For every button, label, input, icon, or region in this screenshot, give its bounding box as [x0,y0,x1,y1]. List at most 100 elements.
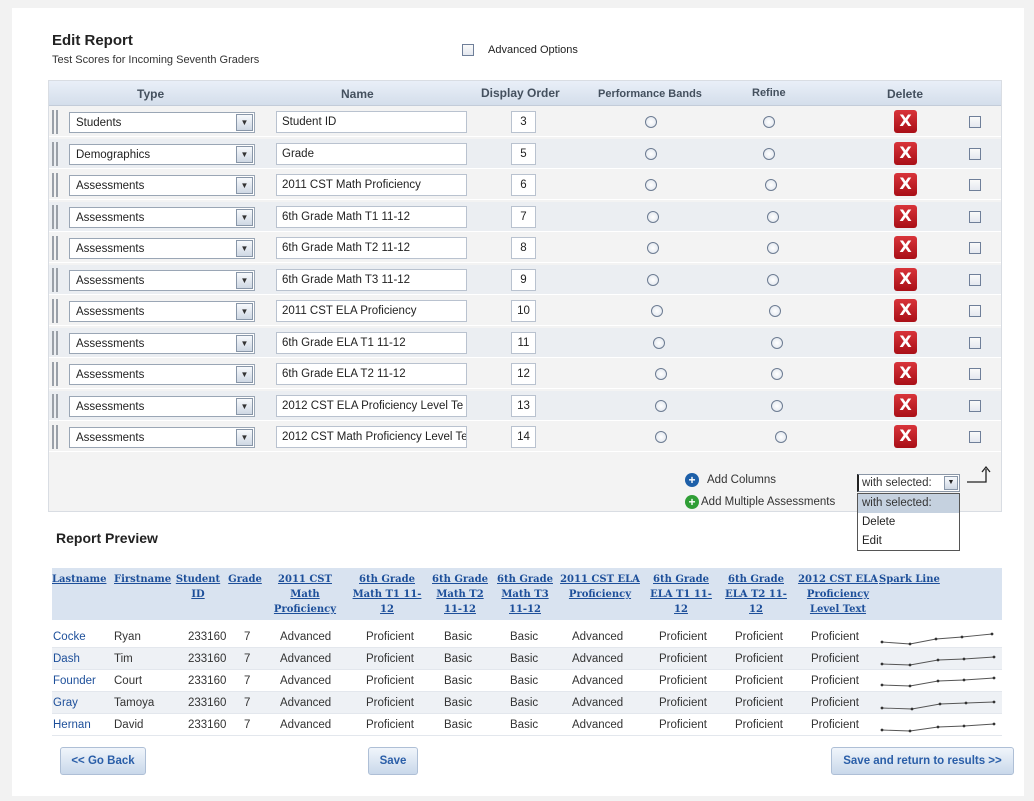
dropdown-option[interactable]: Delete [858,513,959,532]
refine-radio[interactable] [775,431,787,443]
column-name-input[interactable]: 6th Grade ELA T1 11-12 [276,331,467,354]
drag-handle-icon[interactable] [52,362,58,386]
preview-column-header[interactable]: Lastname [52,572,110,587]
delete-row-button[interactable]: X [894,299,917,322]
display-order-input[interactable]: 9 [511,268,536,291]
refine-radio[interactable] [771,368,783,380]
display-order-input[interactable]: 7 [511,205,536,228]
preview-column-header[interactable]: 2011 CST Math Proficiency [264,572,346,617]
type-select[interactable]: Assessments ▼ [69,332,255,354]
row-select-checkbox[interactable] [969,242,981,254]
drag-handle-icon[interactable] [52,330,58,355]
dropdown-option[interactable]: with selected: [858,494,959,513]
chevron-down-icon[interactable]: ▼ [236,208,253,226]
performance-bands-radio[interactable] [651,305,663,317]
row-select-checkbox[interactable] [969,305,981,317]
delete-row-button[interactable]: X [894,141,917,165]
column-name-input[interactable]: 6th Grade Math T2 11-12 [276,237,467,259]
drag-handle-icon[interactable] [52,425,58,449]
performance-bands-radio[interactable] [655,368,667,380]
refine-radio[interactable] [771,336,783,349]
display-order-input[interactable]: 8 [511,237,536,259]
add-multiple-assessments-link[interactable]: + Add Multiple Assessments [685,495,835,509]
chevron-down-icon[interactable]: ▼ [236,145,253,163]
advanced-options-checkbox[interactable] [462,44,474,56]
type-select[interactable]: Assessments ▼ [69,427,255,448]
type-select[interactable]: Assessments ▼ [69,238,255,259]
delete-row-button[interactable]: X [894,425,917,448]
chevron-down-icon[interactable]: ▼ [236,366,253,383]
chevron-down-icon[interactable]: ▼ [944,476,958,490]
drag-handle-icon[interactable] [52,141,58,166]
delete-row-button[interactable]: X [894,393,917,417]
preview-column-header[interactable]: 6th Grade ELA T2 11-12 [720,572,792,617]
delete-row-button[interactable]: X [894,267,917,291]
delete-row-button[interactable]: X [894,330,917,354]
delete-row-button[interactable]: X [894,362,917,385]
refine-radio[interactable] [771,399,783,412]
column-name-input[interactable]: Grade [276,142,467,165]
table-cell[interactable]: Hernan [53,719,91,731]
preview-column-header[interactable]: 6th Grade Math T1 11-12 [350,572,424,617]
performance-bands-radio[interactable] [655,431,667,443]
with-selected-select[interactable]: with selected: ▼ [857,474,960,492]
delete-row-button[interactable]: X [894,173,917,196]
drag-handle-icon[interactable] [52,267,58,292]
row-select-checkbox[interactable] [969,116,981,128]
row-select-checkbox[interactable] [969,210,981,223]
row-select-checkbox[interactable] [969,431,981,443]
delete-row-button[interactable]: X [894,204,917,228]
chevron-down-icon[interactable]: ▼ [236,271,253,289]
preview-column-header[interactable]: 6th Grade Math T3 11-12 [496,572,554,617]
drag-handle-icon[interactable] [52,204,58,229]
drag-handle-icon[interactable] [52,236,58,260]
drag-handle-icon[interactable] [52,173,58,197]
type-select[interactable]: Assessments ▼ [69,269,255,291]
advanced-options[interactable]: Advanced Options [462,44,578,56]
column-name-input[interactable]: 6th Grade Math T3 11-12 [276,268,467,291]
preview-column-header[interactable]: 6th Grade Math T2 11-12 [428,572,492,617]
refine-radio[interactable] [767,210,779,223]
performance-bands-radio[interactable] [655,399,667,412]
display-order-input[interactable]: 14 [511,426,536,448]
type-select[interactable]: Students ▼ [69,112,255,133]
display-order-input[interactable]: 3 [511,111,536,133]
dropdown-option[interactable]: Edit [858,532,959,551]
performance-bands-radio[interactable] [647,210,659,223]
preview-column-header[interactable]: 6th Grade ELA T1 11-12 [646,572,716,617]
drag-handle-icon[interactable] [52,110,58,134]
display-order-input[interactable]: 11 [511,331,536,354]
row-select-checkbox[interactable] [969,273,981,286]
row-select-checkbox[interactable] [969,399,981,412]
column-name-input[interactable]: 6th Grade Math T1 11-12 [276,205,467,228]
table-cell[interactable]: Gray [53,697,78,709]
preview-column-header[interactable]: Grade [228,572,262,587]
chevron-down-icon[interactable]: ▼ [236,303,253,320]
drag-handle-icon[interactable] [52,299,58,323]
column-name-input[interactable]: 2012 CST ELA Proficiency Level Te [276,394,467,417]
add-columns-link[interactable]: + Add Columns [685,473,776,487]
preview-column-header[interactable]: 2011 CST ELA Proficiency [558,572,642,602]
chevron-down-icon[interactable]: ▼ [236,397,253,415]
table-cell[interactable]: Cocke [53,631,86,643]
preview-column-header[interactable]: 2012 CST ELA Proficiency Level Text [796,572,880,617]
type-select[interactable]: Assessments ▼ [69,364,255,385]
type-select[interactable]: Assessments ▼ [69,395,255,417]
performance-bands-radio[interactable] [645,116,657,128]
performance-bands-radio[interactable] [647,242,659,254]
column-name-input[interactable]: 2011 CST ELA Proficiency [276,300,467,322]
preview-column-header[interactable]: Spark Line [879,572,949,587]
chevron-down-icon[interactable]: ▼ [236,114,253,131]
delete-row-button[interactable]: X [894,236,917,259]
refine-radio[interactable] [767,273,779,286]
drag-handle-icon[interactable] [52,393,58,418]
row-select-checkbox[interactable] [969,336,981,349]
row-select-checkbox[interactable] [969,179,981,191]
type-select[interactable]: Assessments ▼ [69,301,255,322]
row-select-checkbox[interactable] [969,368,981,380]
refine-radio[interactable] [769,305,781,317]
display-order-input[interactable]: 12 [511,363,536,385]
save-and-return-button[interactable]: Save and return to results >> [831,747,1014,775]
refine-radio[interactable] [763,116,775,128]
go-back-button[interactable]: << Go Back [60,747,146,775]
